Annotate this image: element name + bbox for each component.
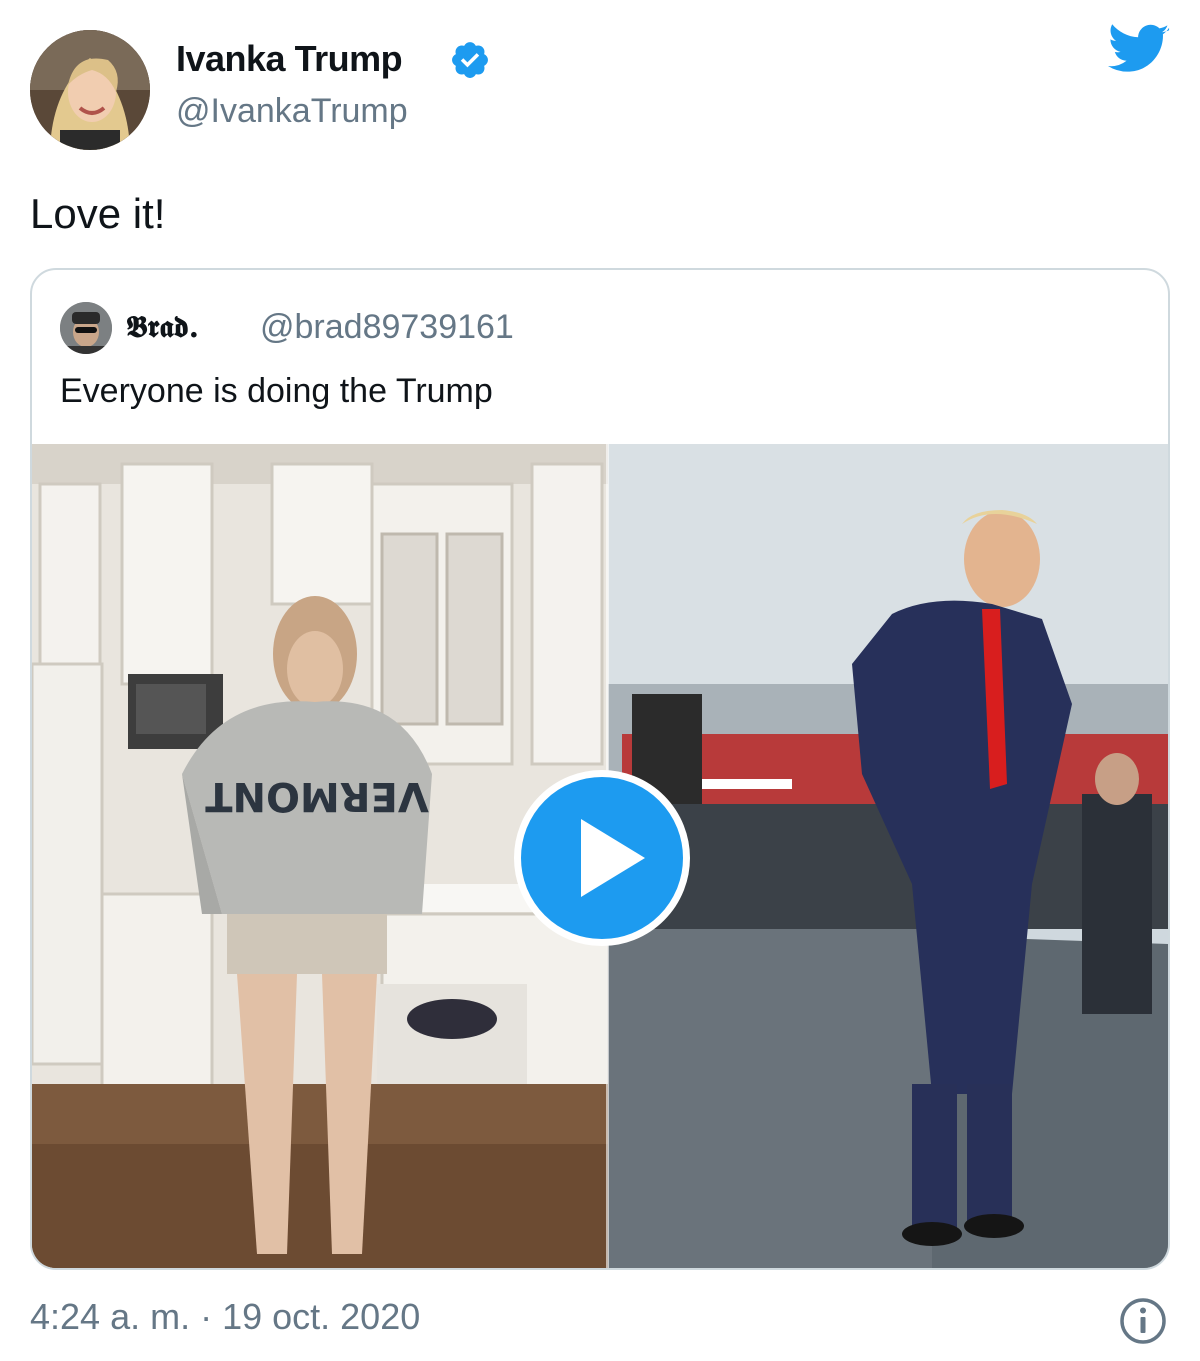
author-handle[interactable]: @IvankaTrump <box>176 92 408 131</box>
quoted-avatar-image <box>60 302 112 354</box>
play-button[interactable] <box>514 770 690 946</box>
video-thumbnail[interactable]: VERMONT <box>32 444 1168 1268</box>
quoted-tweet-card[interactable]: 𝕭𝖗𝖆𝖉. @brad89739161 Everyone is doing th… <box>30 268 1170 1270</box>
quoted-author-handle[interactable]: @brad89739161 <box>260 308 514 347</box>
verified-badge-icon <box>452 42 488 78</box>
author-display-name[interactable]: Ivanka Trump <box>176 38 403 80</box>
play-icon <box>581 819 645 897</box>
twitter-bird-icon[interactable] <box>1108 24 1170 76</box>
tweet-text: Love it! <box>30 190 166 237</box>
info-icon[interactable] <box>1118 1296 1168 1346</box>
quoted-author-name[interactable]: 𝕭𝖗𝖆𝖉. <box>126 310 199 345</box>
quoted-tweet-text: Everyone is doing the Trump <box>60 372 493 410</box>
author-avatar-image <box>30 30 150 150</box>
tweet-timestamp[interactable]: 4:24 a. m. · 19 oct. 2020 <box>30 1296 420 1338</box>
author-avatar[interactable] <box>30 30 150 150</box>
svg-text:VERMONT: VERMONT <box>204 773 428 819</box>
quoted-author-avatar[interactable] <box>60 302 112 354</box>
